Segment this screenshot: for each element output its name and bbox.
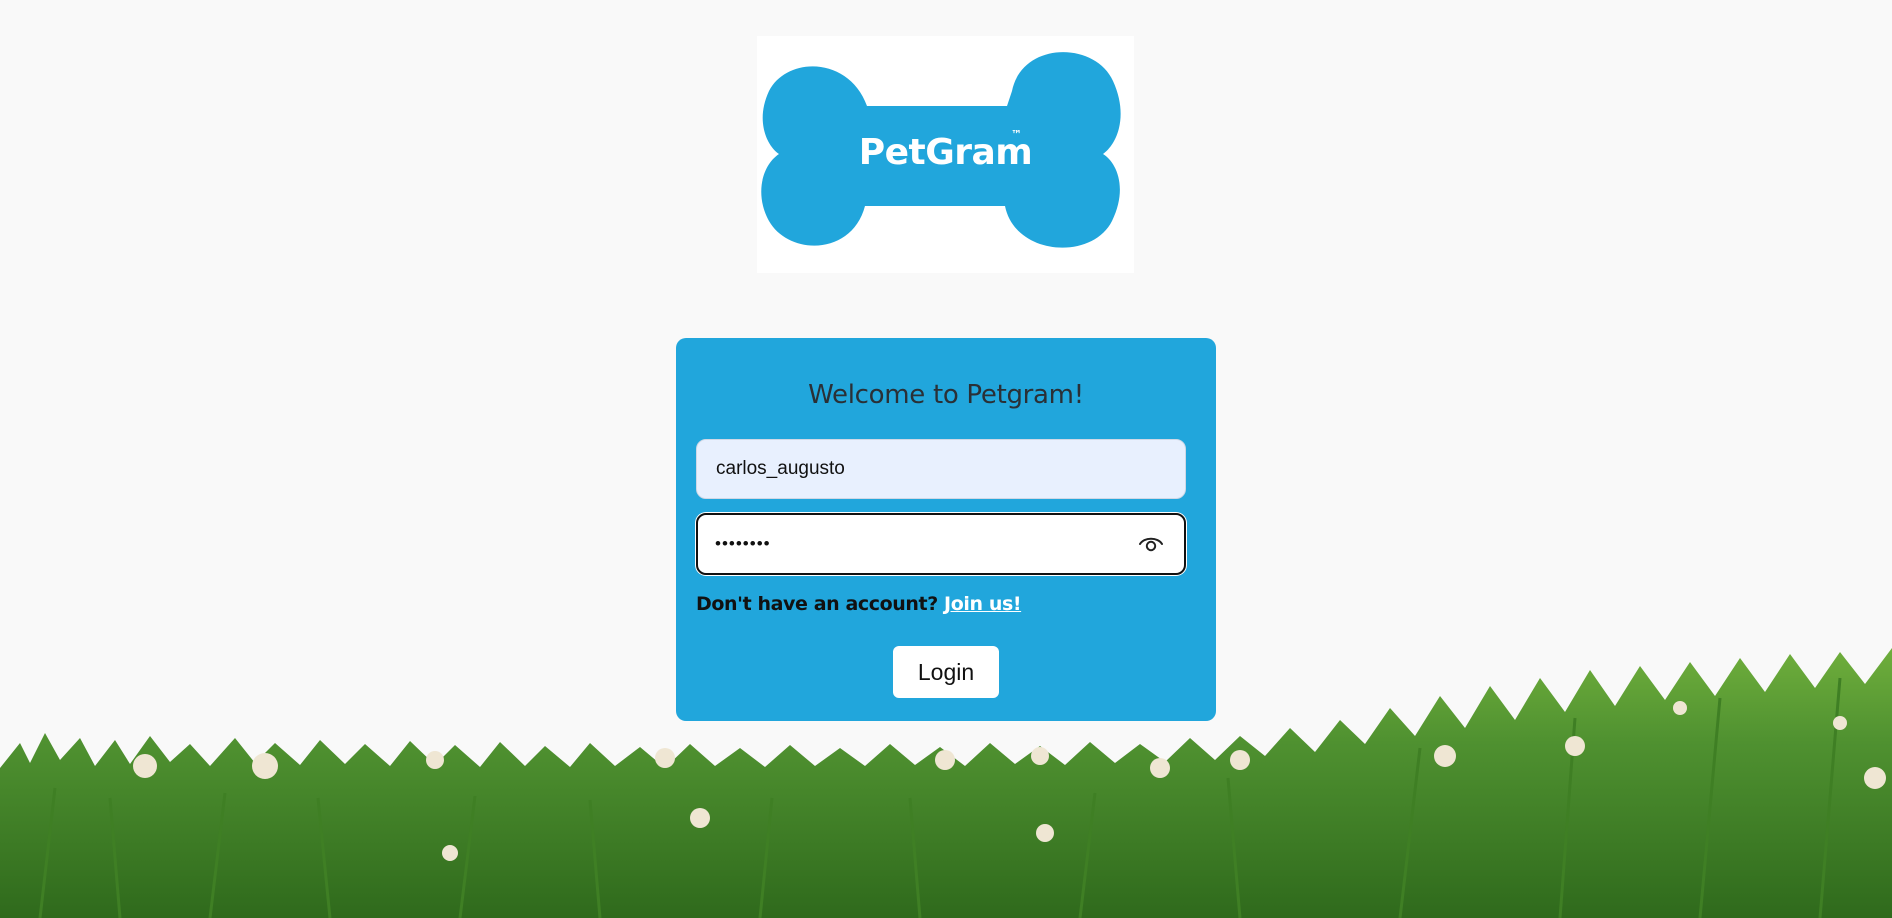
login-page: PetGram ™ Welcome to Petgram! Don't have…: [0, 0, 1892, 918]
login-card: Welcome to Petgram! Don't have an accoun…: [676, 338, 1216, 721]
card-title: Welcome to Petgram!: [808, 380, 1084, 410]
password-field-container: [696, 513, 1186, 575]
logo-trademark: ™: [1011, 128, 1022, 141]
username-input[interactable]: [696, 439, 1186, 499]
petgram-logo: PetGram ™: [757, 36, 1134, 273]
signup-prompt-text: Don't have an account?: [696, 593, 938, 615]
login-button[interactable]: Login: [893, 646, 999, 698]
password-input[interactable]: [698, 515, 1118, 573]
logo-text: PetGram: [858, 132, 1033, 173]
eye-icon[interactable]: [1138, 531, 1164, 557]
signup-prompt-line: Don't have an account? Join us!: [696, 593, 1022, 615]
join-us-link[interactable]: Join us!: [944, 593, 1021, 615]
